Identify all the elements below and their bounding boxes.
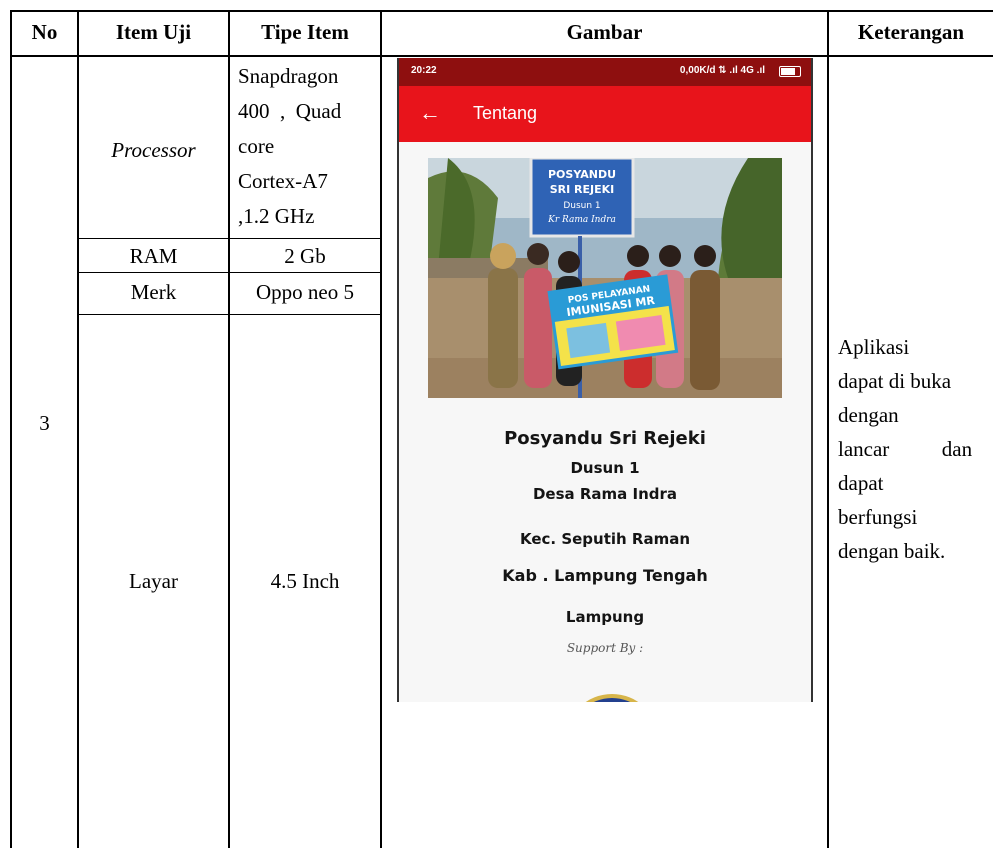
keterangan-line-6: berfungsi — [838, 505, 918, 529]
phone-frame-right — [811, 58, 813, 702]
header-keterangan: Keterangan — [857, 20, 965, 44]
keterangan-line-2: dapat di buka — [838, 369, 952, 393]
item-merk: Merk — [130, 280, 177, 304]
app-line-desa: Desa Rama Indra — [532, 485, 678, 503]
app-line-kecamatan: Kec. Seputih Raman — [519, 530, 691, 548]
tipe-processor-line-4: Cortex-A7 — [238, 169, 328, 193]
app-line-dusun: Dusun 1 — [570, 459, 640, 477]
status-time: 20:22 — [411, 65, 437, 76]
header-gambar: Gambar — [566, 20, 643, 44]
header-item-uji: Item Uji — [115, 20, 192, 44]
col-divider-4 — [827, 10, 829, 848]
tipe-merk: Oppo neo 5 — [256, 280, 354, 304]
group-photo: POSYANDU SRI REJEKI Dusun 1 Kr Rama Indr… — [428, 158, 782, 398]
app-line-kabupaten: Kab . Lampung Tengah — [502, 566, 708, 585]
row-divider-layar — [78, 314, 380, 315]
tipe-processor-line-3: core — [238, 134, 275, 158]
col-divider-3 — [380, 10, 382, 848]
tipe-layar: 4.5 Inch — [270, 569, 340, 593]
item-processor: Processor — [111, 138, 196, 162]
keterangan-line-7: dengan baik. — [838, 539, 946, 563]
tipe-processor-line-5: ,1.2 GHz — [238, 204, 315, 228]
keterangan-line-1: Aplikasi — [838, 335, 910, 359]
app-bar: ← Tentang — [397, 86, 813, 142]
keterangan-line-3: dengan — [838, 403, 899, 427]
sign-line-1: POSYANDU — [548, 168, 616, 181]
row-number: 3 — [39, 411, 50, 435]
arrow-left-icon[interactable]: ← — [419, 100, 441, 126]
battery-icon — [779, 66, 801, 77]
sign-line-2: SRI REJEKI — [550, 183, 615, 196]
item-layar: Layar — [129, 569, 178, 593]
tipe-ram: 2 Gb — [284, 244, 326, 268]
status-indicators: 0,00K/d ⇅ .ıl 4G .ıl — [679, 65, 765, 76]
app-bar-title: Tentang — [473, 103, 538, 123]
header-tipe-item: Tipe Item — [261, 20, 349, 44]
tipe-processor-line-1: Snapdragon — [238, 64, 339, 88]
sign-line-3: Dusun 1 — [563, 201, 600, 211]
sponsor-logo — [565, 694, 659, 702]
sign-line-4: Kr Rama Indra — [547, 215, 616, 225]
keterangan-line-4: lancar dan — [838, 437, 973, 461]
app-title: Posyandu Sri Rejeki — [504, 428, 706, 449]
status-bar: 20:22 0,00K/d ⇅ .ıl 4G .ıl — [397, 58, 813, 86]
app-line-provinsi: Lampung — [565, 608, 645, 626]
table-border-top — [10, 10, 993, 12]
col-divider-2 — [228, 10, 230, 848]
header-divider — [10, 55, 993, 57]
row-divider-merk — [78, 272, 380, 273]
keterangan-line-5: dapat — [838, 471, 884, 495]
header-no: No — [31, 20, 58, 44]
phone-frame-left — [397, 58, 399, 702]
row-divider-ram-tipe — [229, 238, 381, 239]
app-screenshot: 20:22 0,00K/d ⇅ .ıl 4G .ıl ← Tentang POS… — [397, 58, 813, 702]
support-by-text: Support By : — [566, 641, 644, 655]
item-ram: RAM — [129, 244, 178, 268]
tipe-processor-line-2: 400 , Quad — [238, 99, 342, 123]
row-divider-ram — [78, 238, 229, 239]
